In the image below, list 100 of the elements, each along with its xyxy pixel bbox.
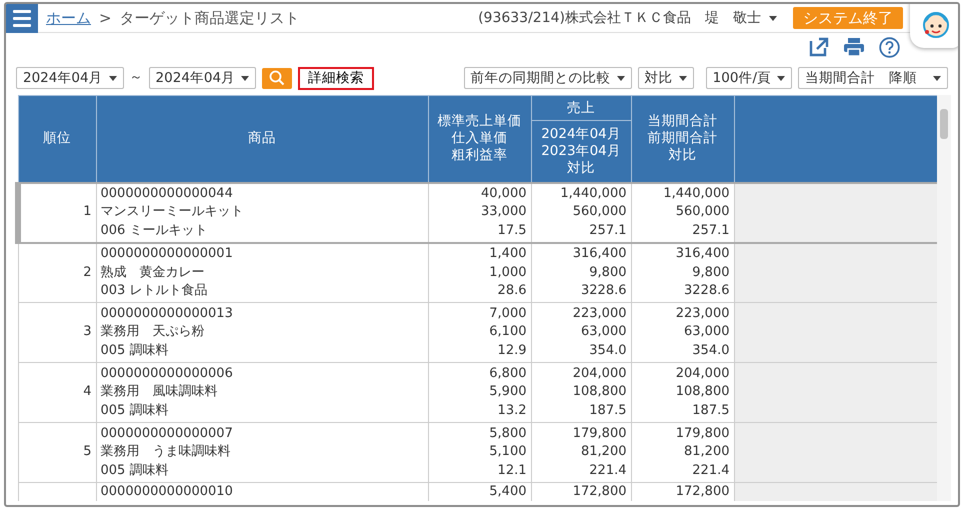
category-label: 005 調味料 [100,402,170,420]
product-name: 業務用 うま味調味料 [100,443,232,462]
column-header: 標準売上単価 仕入単価 粗利益率 [438,113,522,164]
rank-number: 2 [83,264,92,280]
menu-button[interactable] [6,4,38,32]
caret-icon[interactable] [678,76,687,80]
caret-icon[interactable] [108,76,117,80]
current-total: 1,440,000 [662,184,730,203]
cost-price: 1,000 [488,264,526,282]
unit-price: 7,000 [488,304,526,323]
total-ratio: 354.0 [691,342,730,360]
product-name: 業務用 天ぷら粉 [100,323,206,342]
cost-price: 5,100 [488,443,526,462]
total-ratio: 3228.6 [683,282,730,300]
breadcrumb-link[interactable]: ホーム [46,6,91,30]
unit-price: 6,800 [488,364,526,383]
search-icon [269,70,286,86]
caret-icon[interactable] [241,76,250,80]
column-header: 順位 [43,130,71,148]
help-icon[interactable] [879,36,900,58]
category-label: 005 調味料 [100,342,170,360]
product-code: 0000000000000013 [100,304,234,323]
external-link-icon[interactable] [809,37,829,57]
page-title: ターゲット商品選定リスト [120,8,300,29]
sales-ratio: 257.1 [588,222,626,240]
cost-price: 5,900 [488,383,526,402]
print-icon[interactable] [843,37,865,57]
period-to-dropdown[interactable]: 2024年04月 [148,67,256,89]
margin-rate: 28.6 [496,282,526,300]
prior-total: 63,000 [683,323,730,342]
detail-search-button[interactable]: 詳細検索 [298,66,374,90]
margin-rate: 13.2 [496,402,526,420]
rank-number: 1 [83,204,92,220]
sort-dropdown[interactable]: 当期間合計 降順 [798,67,948,89]
ratio-dropdown[interactable]: 対比 [638,67,694,89]
current-sales: 204,000 [572,364,626,383]
current-sales: 316,400 [572,245,626,263]
current-sales: 179,800 [572,424,626,443]
category-label: 006 ミールキット [100,222,208,240]
table-row[interactable]: 0000000000000010 5,400 172,800 172,800 [18,482,941,501]
total-ratio: 221.4 [691,462,730,480]
prior-sales: 108,800 [572,383,626,402]
compare-dropdown[interactable]: 前年の同期間との比較 [464,67,632,89]
total-ratio: 187.5 [691,402,730,420]
rank-number: 3 [83,324,92,340]
breadcrumb-separator: > [99,8,112,29]
prior-sales: 560,000 [572,203,626,222]
product-code: 0000000000000001 [100,245,234,263]
unit-price: 5,400 [488,483,526,501]
user-info: (93633/214)株式会社ＴＫＣ食品 堤 敬士 [478,8,761,28]
margin-rate: 12.9 [496,342,526,360]
table-row[interactable]: 1 0000000000000044 マンスリーミールキット 006 ミールキット 40,000 33,000 17.5 1,440,000 560,000 257.1 1,440,000 560,000 257.1 [18,182,941,242]
category-label: 003 レトルト食品 [100,282,208,300]
table-row[interactable]: 4 0000000000000006 業務用 風味調味料 005 調味料 6,800 5,900 13.2 204,000 108,800 187.5 204,000 108,800 187.5 [18,362,941,422]
prior-total: 9,800 [691,264,730,282]
page-size-dropdown[interactable]: 100件/頁 [706,67,792,89]
prior-total: 560,000 [674,203,730,222]
prior-sales: 81,200 [580,443,626,462]
period-from-dropdown[interactable]: 2024年04月 [16,67,124,89]
product-name: 熟成 黄金カレー [100,264,206,282]
sales-ratio: 354.0 [588,342,626,360]
caret-icon[interactable] [616,76,625,80]
unit-price: 1,400 [488,245,526,263]
table-row[interactable]: 5 0000000000000007 業務用 うま味調味料 005 調味料 5,800 5,100 12.1 179,800 81,200 221.4 179,800 81,200 221.4 [18,422,941,482]
sales-ratio: 3228.6 [580,282,626,300]
sales-ratio: 187.5 [588,402,626,420]
column-header: 売上 [567,100,595,116]
current-total: 172,800 [674,483,730,501]
column-header: 商品 [248,130,276,148]
total-ratio: 257.1 [691,222,730,240]
column-header: 2024年04月 2023年04月 対比 [541,126,621,177]
support-character-icon[interactable] [910,4,958,48]
range-mark: ～ [130,69,143,88]
product-name: 業務用 風味調味料 [100,383,218,402]
rank-number: 5 [83,444,92,460]
column-header: 当期間合計 前期間合計 対比 [648,113,718,164]
current-total: 204,000 [674,364,730,383]
cost-price: 6,100 [488,323,526,342]
product-code: 0000000000000006 [100,364,234,383]
caret-icon[interactable] [777,76,785,80]
caret-icon[interactable] [769,16,777,20]
prior-total: 81,200 [683,443,730,462]
table-row[interactable]: 3 0000000000000013 業務用 天ぷら粉 005 調味料 7,000 6,100 12.9 223,000 63,000 354.0 223,000 63,000 354.0 [18,302,941,362]
sales-ratio: 221.4 [588,462,626,480]
product-code: 0000000000000007 [100,424,234,443]
scrollbar[interactable] [937,95,951,501]
table-row[interactable]: 2 0000000000000001 熟成 黄金カレー 003 レトルト食品 1,400 1,000 28.6 316,400 9,800 3228.6 316,400 9,800 3228.6 [18,242,941,302]
product-code: 0000000000000010 [100,483,234,501]
cost-price: 33,000 [480,203,526,222]
current-sales: 1,440,000 [559,184,626,203]
prior-total: 108,800 [674,383,730,402]
caret-icon[interactable] [933,76,941,80]
unit-price: 5,800 [488,424,526,443]
current-total: 179,800 [674,424,730,443]
category-label: 005 調味料 [100,462,170,480]
current-sales: 223,000 [572,304,626,323]
rank-number: 4 [83,384,92,400]
product-name: マンスリーミールキット [100,203,244,222]
current-sales: 172,800 [572,483,626,501]
margin-rate: 12.1 [496,462,526,480]
